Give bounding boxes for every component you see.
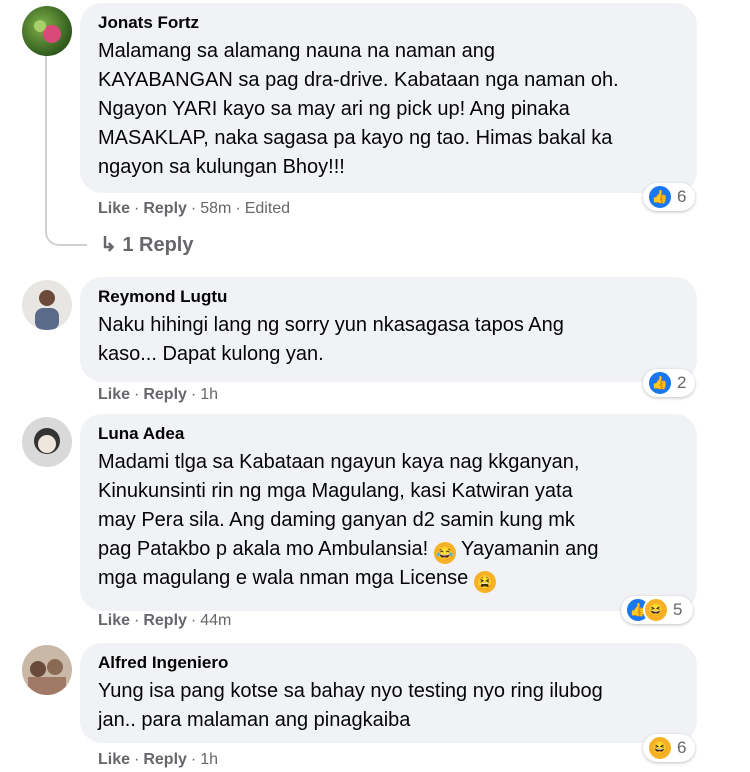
reaction-count: 6 [677, 738, 687, 757]
avatar-photo-icon [34, 20, 61, 43]
separator: · [134, 386, 140, 403]
separator: · [134, 200, 140, 217]
separator: · [190, 200, 197, 217]
comment-author[interactable]: Luna Adea [98, 424, 679, 444]
comment-line: may Pera sila. Ang daming ganyan d2 sami… [98, 509, 575, 531]
reaction-summary[interactable]: 👍 😆 5 [621, 596, 693, 624]
comment-bubble: Luna Adea Madami tlga sa Kabataan ngayun… [80, 414, 697, 611]
comment-bubble: Alfred Ingeniero Yung isa pang kotse sa … [80, 643, 697, 743]
like-button[interactable]: Like [98, 200, 130, 217]
comment-author[interactable]: Reymond Lugtu [98, 287, 679, 307]
timestamp[interactable]: 1h [200, 751, 218, 768]
separator: · [134, 751, 140, 768]
comment-author[interactable]: Jonats Fortz [98, 13, 679, 33]
comment-line: KAYABANGAN sa pag dra-drive. Kabataan ng… [98, 69, 619, 91]
reply-button[interactable]: Reply [143, 751, 187, 768]
view-replies-link[interactable]: ↳ 1 Reply [100, 232, 193, 257]
haha-reaction-icon: 😆 [643, 597, 669, 623]
avatar-photo-icon [34, 428, 60, 454]
reaction-count: 5 [673, 600, 683, 619]
reaction-count: 6 [677, 187, 687, 206]
comment-line: Naku hihingi lang ng sorry yun nkasagasa… [98, 314, 564, 336]
separator: · [235, 200, 241, 217]
comment-line: MASAKLAP, naka sagasa pa kayo ng tao. Hi… [98, 127, 613, 149]
haha-reaction-icon: 😆 [647, 735, 673, 761]
comment-line: Malamang sa alamang nauna na naman ang [98, 40, 495, 62]
timestamp[interactable]: 1h [200, 386, 218, 403]
edited-label: Edited [244, 200, 291, 217]
reaction-summary[interactable]: 😆 6 [643, 734, 695, 762]
comment-line-text: Yayamanin ang [455, 538, 599, 560]
like-button[interactable]: Like [98, 751, 130, 768]
tired-face-emoji-icon: 😫 [473, 571, 496, 593]
comment-text: Yung isa pang kotse sa bahay nyo testing… [98, 677, 679, 735]
like-button[interactable]: Like [98, 386, 130, 403]
timestamp[interactable]: 44m [200, 612, 231, 629]
separator: · [134, 612, 140, 629]
comment-actions: Like · Reply · 58m · Edited [98, 200, 290, 218]
timestamp[interactable]: 58m [200, 200, 231, 217]
avatar[interactable] [22, 6, 72, 56]
comment-text: Malamang sa alamang nauna na naman ang K… [98, 37, 679, 182]
comment-line: mga magulang e wala nman mga License 😫 [98, 564, 679, 593]
comment-bubble: Jonats Fortz Malamang sa alamang nauna n… [80, 3, 697, 193]
comment-line-text: mga magulang e wala nman mga License [98, 567, 469, 589]
comment-actions: Like · Reply · 1h [98, 751, 218, 769]
laughing-emoji-icon: 😂 [433, 542, 456, 564]
comment-author[interactable]: Alfred Ingeniero [98, 653, 679, 673]
reply-button[interactable]: Reply [143, 386, 187, 403]
avatar-photo-icon [35, 290, 59, 330]
comment-bubble: Reymond Lugtu Naku hihingi lang ng sorry… [80, 277, 697, 382]
separator: · [190, 612, 197, 629]
reply-button[interactable]: Reply [143, 200, 187, 217]
comment-line-text: pag Patakbo p akala mo Ambulansia! [98, 538, 429, 560]
replies-label: 1 Reply [122, 234, 194, 256]
comment-line: jan.. para malaman ang pinagkaiba [98, 709, 411, 731]
separator: · [190, 751, 197, 768]
reply-button[interactable]: Reply [143, 612, 187, 629]
avatar[interactable] [22, 280, 72, 330]
reaction-summary[interactable]: 👍 2 [643, 369, 695, 397]
reaction-summary[interactable]: 👍 6 [643, 183, 695, 211]
comment-line: Kinukunsinti rin ng mga Magulang, kasi K… [98, 480, 573, 502]
comment-line: ngayon sa kulungan Bhoy!!! [98, 156, 345, 178]
avatar[interactable] [22, 645, 72, 695]
avatar[interactable] [22, 417, 72, 467]
separator: · [190, 386, 197, 403]
comment-line: Yung isa pang kotse sa bahay nyo testing… [98, 680, 603, 702]
avatar-photo-icon [28, 659, 66, 695]
comment-actions: Like · Reply · 1h [98, 386, 218, 404]
comment-line: Madami tlga sa Kabataan ngayun kaya nag … [98, 451, 580, 473]
like-reaction-icon: 👍 [647, 370, 673, 396]
comment-line: pag Patakbo p akala mo Ambulansia! 😂 Yay… [98, 535, 679, 564]
reaction-count: 2 [677, 373, 687, 392]
comment-line: Ngayon YARI kayo sa may ari ng pick up! … [98, 98, 570, 120]
comment-text: Naku hihingi lang ng sorry yun nkasagasa… [98, 311, 679, 369]
like-reaction-icon: 👍 [647, 184, 673, 210]
reply-arrow-icon: ↳ [100, 234, 117, 256]
comment-line: kaso... Dapat kulong yan. [98, 343, 324, 365]
comment-text: Madami tlga sa Kabataan ngayun kaya nag … [98, 448, 679, 593]
like-button[interactable]: Like [98, 612, 130, 629]
comment-actions: Like · Reply · 44m [98, 612, 231, 630]
